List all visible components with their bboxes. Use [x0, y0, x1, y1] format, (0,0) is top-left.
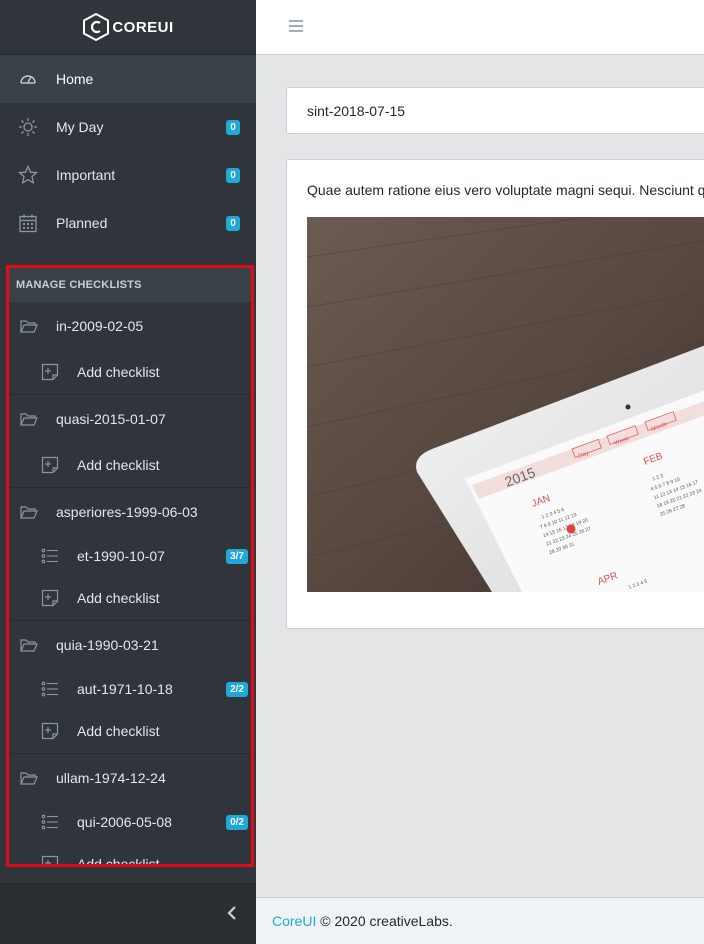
star-icon [16, 163, 40, 187]
brand[interactable]: COREUI [0, 0, 256, 55]
add-checklist-label: Add checklist [77, 723, 160, 739]
coreui-hexagon-icon [83, 12, 110, 42]
checklist-group[interactable]: ullam-1974-12-24 [9, 754, 251, 802]
manage-checklists-section: MANAGE CHECKLISTS in-2009-02-05 Add chec… [6, 265, 254, 867]
calendar-icon [16, 211, 40, 235]
speedometer-icon [16, 67, 40, 91]
my-day-count-badge: 0 [226, 119, 240, 135]
nav-item-home[interactable]: Home [0, 55, 256, 103]
add-checklist-button[interactable]: Add checklist [9, 576, 251, 621]
checklist-group-name: quasi-2015-01-07 [56, 411, 166, 427]
planned-count-badge: 0 [226, 215, 240, 231]
checklist-group[interactable]: in-2009-02-05 [9, 302, 251, 350]
manage-checklists-title: MANAGE CHECKLISTS [9, 268, 251, 302]
add-checklist-label: Add checklist [77, 457, 160, 473]
checklist-progress-badge: 3/7 [226, 548, 248, 564]
note-add-icon [40, 854, 60, 864]
checklist-group-name: ullam-1974-12-24 [56, 770, 166, 786]
checklist-item-name: qui-2006-05-08 [77, 814, 172, 830]
footer-copyright: © 2020 creativeLabs. [316, 913, 453, 929]
note-add-icon [40, 588, 60, 608]
footer-copyright-text: © 2020 creativeLabs. [320, 913, 453, 929]
checklist-title-card: sint-2018-07-15 [286, 87, 704, 134]
folder-open-icon [19, 635, 39, 655]
list-icon [40, 812, 60, 832]
add-checklist-button[interactable]: Add checklist [9, 709, 251, 754]
checklist-content-card: Quae autem ratione eius vero voluptate m… [286, 159, 704, 629]
folder-open-icon [19, 502, 39, 522]
checklist-group[interactable]: asperiores-1999-06-03 [9, 488, 251, 536]
coreui-logo: COREUI [82, 12, 173, 42]
checklist-item[interactable]: aut-1971-10-18 2/2 [9, 669, 251, 709]
add-checklist-button[interactable]: Add checklist [9, 443, 251, 488]
nav-item-my-day[interactable]: My Day 0 [0, 103, 256, 151]
important-count-badge: 0 [226, 167, 240, 183]
checklist-progress-badge: 2/2 [226, 681, 248, 697]
sidebar: COREUI Home My Day 0 Important 0 Planned… [0, 0, 256, 944]
calendar-tablet-photo: Day Week Month 2015 JAN FEB APR 1 2 3 4 … [307, 217, 704, 592]
nav-label-my-day: My Day [56, 119, 104, 135]
checklist-group[interactable]: quasi-2015-01-07 [9, 395, 251, 443]
note-add-icon [40, 721, 60, 741]
hamburger-menu-icon[interactable] [288, 19, 304, 36]
sidebar-minimizer[interactable] [0, 883, 256, 944]
checklist-item-name: et-1990-10-07 [77, 548, 165, 564]
list-icon [40, 546, 60, 566]
checklist-item[interactable]: qui-2006-05-08 0/2 [9, 802, 251, 842]
coreui-link[interactable]: CoreUI [272, 913, 316, 929]
add-checklist-label: Add checklist [77, 856, 160, 867]
checklist-group-name: quia-1990-03-21 [56, 637, 159, 653]
nav-item-planned[interactable]: Planned 0 [0, 199, 256, 247]
folder-open-icon [19, 768, 39, 788]
checklist-group-name: asperiores-1999-06-03 [56, 504, 198, 520]
checklist-group[interactable]: quia-1990-03-21 [9, 621, 251, 669]
add-checklist-label: Add checklist [77, 590, 160, 606]
add-checklist-label: Add checklist [77, 364, 160, 380]
chevron-left-icon [226, 905, 238, 924]
nav-item-important[interactable]: Important 0 [0, 151, 256, 199]
note-add-icon [40, 455, 60, 475]
nav-label-home: Home [56, 71, 94, 87]
nav-label-planned: Planned [56, 215, 108, 231]
folder-open-icon [19, 316, 39, 336]
list-icon [40, 679, 60, 699]
checklist-item-name: aut-1971-10-18 [77, 681, 173, 697]
app-footer: CoreUI © 2020 creativeLabs. [256, 897, 704, 944]
add-checklist-button[interactable]: Add checklist [9, 842, 251, 867]
app-header [256, 0, 704, 55]
sun-icon [16, 115, 40, 139]
checklist-group-name: in-2009-02-05 [56, 318, 144, 334]
nav-label-important: Important [56, 167, 116, 183]
card-title: sint-2018-07-15 [307, 102, 406, 119]
folder-open-icon [19, 409, 39, 429]
add-checklist-button[interactable]: Add checklist [9, 350, 251, 395]
checklist-item[interactable]: et-1990-10-07 3/7 [9, 536, 251, 576]
checklist-description: Quae autem ratione eius vero voluptate m… [307, 182, 704, 198]
note-add-icon [40, 362, 60, 382]
checklist-progress-badge: 0/2 [226, 814, 248, 830]
brand-name: COREUI [112, 18, 174, 36]
